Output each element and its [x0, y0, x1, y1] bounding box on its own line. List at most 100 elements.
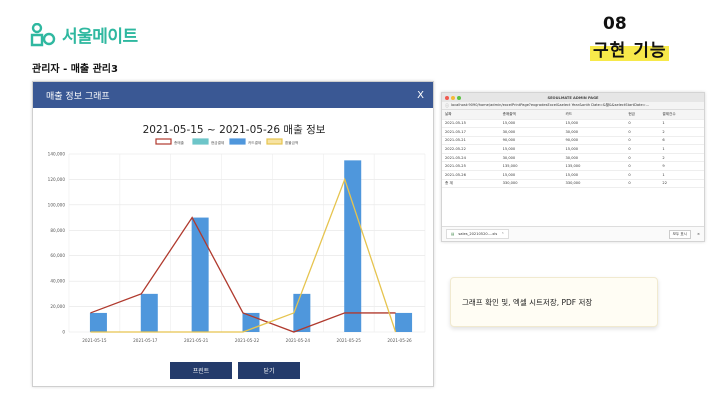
table-cell: 날짜: [442, 110, 500, 120]
y-tick-label: 0: [62, 330, 65, 335]
table-cell: 2022-05-22: [442, 144, 500, 154]
table-row: 2021-05-15 15,000 15,000 0 1: [442, 119, 704, 129]
sales-chart: 총매출 현금결제 카드결제 환불금액 0 20,000 40,000 60,000 80,000…: [48, 138, 426, 343]
table-cell: 2021-05-21: [442, 136, 500, 146]
table-cell: 1: [659, 170, 704, 180]
table-cell: 0: [625, 153, 660, 163]
modal-header: 매출 정보 그래프 X: [33, 82, 433, 108]
table-cell: 현금: [625, 110, 660, 120]
modal-title: 매출 정보 그래프: [46, 91, 110, 102]
table-cell: 2021-05-24: [442, 153, 500, 163]
x-tick-label: 2021-05-26: [387, 338, 412, 343]
table-cell: 15,000: [499, 144, 563, 154]
sales-graph-modal: 매출 정보 그래프 X 2021-05-15 ~ 2021-05-26 매출 정…: [32, 81, 434, 387]
table-cell: 2021-05-25: [442, 161, 500, 172]
close-download-bar-icon[interactable]: ×: [697, 232, 700, 236]
table-cell: 카드: [562, 110, 626, 120]
x-tick-label: 2021-05-22: [235, 338, 260, 343]
sales-table: 날짜 총매출액 카드 현금 결제건수 2021-05-15 15,000 15,000 0 1 20…: [442, 110, 704, 189]
table-cell: 결제건수: [659, 110, 704, 120]
legend-label: 카드결제: [248, 140, 261, 145]
chart-title: 2021-05-15 ~ 2021-05-26 매출 정보: [142, 124, 326, 136]
browser-titlebar: SEOULMATE ADMIN PAGE: [442, 93, 704, 102]
show-all-downloads-link[interactable]: 모두 표시: [668, 229, 691, 239]
slide: 서울메이트 08 구현 기능 관리자 - 매출 관리3 매출 정보 그래프 X …: [0, 0, 720, 405]
close-button[interactable]: 닫기: [238, 362, 300, 379]
table-cell: 15,000: [562, 119, 626, 129]
section-number: 08: [603, 14, 627, 34]
bar: [89, 312, 107, 332]
x-tick-label: 2021-05-21: [184, 338, 209, 343]
chevron-up-icon[interactable]: ⌃: [501, 232, 504, 236]
logo-icon: [30, 22, 56, 47]
browser-window-title: SEOULMATE ADMIN PAGE: [547, 95, 599, 100]
table-cell: 2021-05-17: [442, 127, 500, 137]
table-row: 2021-05-17 30,000 30,000 0 2: [442, 127, 704, 137]
table-cell: 총 계: [442, 179, 500, 189]
info-icon: ⓘ: [445, 102, 449, 108]
table-cell: 0: [625, 170, 660, 180]
table-cell: 0: [625, 179, 660, 189]
y-tick-label: 140,000: [48, 152, 66, 157]
bar: [395, 312, 413, 332]
file-icon: ▤: [451, 232, 455, 236]
table-row: 총 계 330,000 330,000 0 22: [442, 179, 704, 189]
section-title: 구현 기능: [590, 36, 670, 61]
table-cell: 135,000: [562, 161, 626, 172]
bar: [140, 293, 158, 332]
table-cell: 30,000: [499, 127, 563, 137]
table-cell: 2: [659, 127, 704, 137]
table-cell: 0: [625, 127, 660, 137]
table-row: 2021-05-21 90,000 90,000 0 6: [442, 136, 704, 146]
address-bar[interactable]: ⓘ localhost:9090/home/admin/excelPrintPa…: [442, 102, 704, 110]
table-cell: 15,000: [499, 170, 563, 180]
modal-close-button[interactable]: X: [417, 90, 424, 101]
table-cell: 2021-05-26: [442, 170, 500, 180]
x-tick-label: 2021-05-17: [133, 338, 158, 343]
table-cell: 22: [659, 179, 704, 189]
x-tick-label: 2021-05-25: [337, 338, 362, 343]
y-tick-label: 120,000: [48, 177, 66, 182]
table-cell: 90,000: [499, 136, 563, 146]
legend-swatch: [155, 138, 172, 145]
table-cell: 90,000: [562, 136, 626, 146]
feature-note: 그래프 확인 및, 엑셀 시트저장, PDF 저장: [450, 277, 658, 327]
download-item[interactable]: ▤ sales_20210520....xls ⌃: [446, 229, 510, 239]
table-cell: 9: [659, 161, 704, 172]
table-cell: 0: [625, 144, 660, 154]
table-cell: 15,000: [499, 119, 563, 129]
x-tick-label: 2021-05-24: [286, 338, 311, 343]
y-tick-label: 100,000: [48, 202, 66, 207]
legend-swatch: [229, 138, 246, 145]
table-row: 2022-05-22 15,000 15,000 0 1: [442, 144, 704, 154]
table-cell: 1: [659, 144, 704, 154]
y-tick-label: 60,000: [50, 253, 65, 258]
table-cell: 30,000: [499, 153, 563, 163]
table-cell: 0: [625, 161, 660, 172]
table-cell: 6: [659, 136, 704, 146]
table-cell: 2021-05-15: [442, 119, 500, 129]
table-row: 2021-05-26 15,000 15,000 0 1: [442, 170, 704, 180]
y-tick-label: 80,000: [50, 228, 65, 233]
table-cell: 15,000: [562, 170, 626, 180]
table-cell: 총매출액: [499, 110, 563, 120]
table-cell: 15,000: [562, 144, 626, 154]
table-cell: 0: [625, 119, 660, 129]
legend-label: 총매출: [174, 140, 185, 145]
logo-text: 서울메이트: [62, 27, 138, 47]
legend-label: 환불금액: [285, 140, 298, 145]
table-cell: 330,000: [499, 179, 563, 189]
table-row: 2021-05-25 135,000 135,000 0 9: [442, 161, 704, 172]
table-cell: 330,000: [562, 179, 626, 189]
bar: [191, 217, 209, 332]
print-button[interactable]: 프린트: [170, 362, 232, 379]
download-bar: ▤ sales_20210520....xls ⌃ 모두 표시 ×: [442, 226, 704, 241]
y-tick-label: 40,000: [50, 279, 65, 284]
logo: 서울메이트: [30, 22, 138, 47]
table-cell: 2: [659, 153, 704, 163]
table-cell: 30,000: [562, 127, 626, 137]
table-cell: 0: [625, 136, 660, 146]
page-heading: 관리자 - 매출 관리3: [32, 64, 118, 75]
url-text: localhost:9090/home/admin/excelPrintPage…: [451, 103, 650, 107]
table-cell: 30,000: [562, 153, 626, 163]
